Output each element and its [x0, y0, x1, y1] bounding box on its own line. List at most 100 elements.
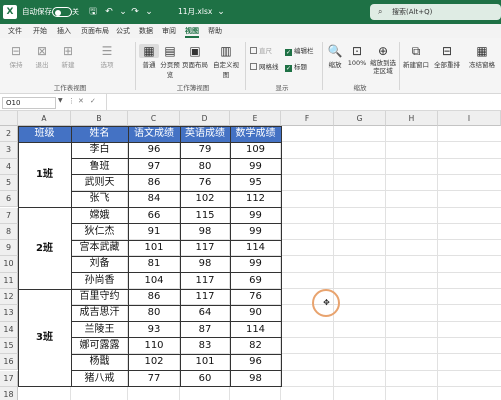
- table-cell[interactable]: 80: [128, 305, 180, 321]
- chevron-down-icon[interactable]: ⌄: [118, 0, 128, 24]
- table-cell[interactable]: 80: [180, 159, 230, 175]
- table-cell[interactable]: 鲁班: [71, 159, 128, 175]
- table-cell[interactable]: 91: [128, 224, 180, 240]
- table-cell[interactable]: 杨戬: [71, 354, 128, 370]
- table-cell[interactable]: 66: [128, 208, 180, 224]
- table-cell[interactable]: 101: [128, 240, 180, 256]
- spreadsheet-grid[interactable]: A B C D E F G H I 2 3 4 5 6 7 8 9 10 11 12 13 14 15 16 17 18 班级 姓名语…: [0, 111, 501, 400]
- tab-view[interactable]: 视图: [185, 24, 199, 38]
- table-cell[interactable]: 90: [230, 305, 281, 321]
- view-custom-button[interactable]: ▥ 自定义视图: [210, 44, 242, 79]
- ruler-checkbox[interactable]: 直尺: [250, 46, 272, 56]
- table-cell[interactable]: 96: [128, 142, 180, 158]
- table-cell[interactable]: 69: [230, 273, 281, 289]
- table-cell[interactable]: 嫦娥: [71, 208, 128, 224]
- table-cell[interactable]: 娜可露露: [71, 338, 128, 354]
- column-header[interactable]: A: [18, 111, 71, 126]
- table-cell[interactable]: 93: [128, 322, 180, 338]
- table-header-cell[interactable]: 英语成绩: [180, 126, 230, 143]
- table-header-cell[interactable]: 语文成绩: [128, 126, 180, 143]
- table-cell[interactable]: 101: [180, 354, 230, 370]
- table-cell[interactable]: 98: [230, 371, 281, 387]
- tab-formulas[interactable]: 公式: [116, 24, 130, 38]
- table-cell[interactable]: 109: [230, 142, 281, 158]
- column-header[interactable]: E: [230, 111, 281, 126]
- table-cell[interactable]: 117: [180, 289, 230, 305]
- row-header[interactable]: 5: [0, 174, 18, 192]
- redo-icon[interactable]: ↷: [130, 0, 140, 24]
- table-cell[interactable]: 兰陵王: [71, 322, 128, 338]
- zoom-100-button[interactable]: ⊡ 100%: [346, 44, 368, 67]
- tab-home[interactable]: 开始: [33, 24, 47, 38]
- undo-icon[interactable]: ↶: [104, 0, 114, 24]
- row-header[interactable]: 12: [0, 289, 18, 306]
- table-cell[interactable]: 76: [180, 175, 230, 191]
- row-header[interactable]: 11: [0, 272, 18, 289]
- table-cell[interactable]: 115: [180, 208, 230, 224]
- column-header[interactable]: D: [180, 111, 230, 126]
- table-cell[interactable]: 97: [128, 159, 180, 175]
- table-cell[interactable]: 64: [180, 305, 230, 321]
- view-page-layout-button[interactable]: ▣ 页面布局: [182, 44, 208, 69]
- view-page-break-button[interactable]: ▤ 分页预览: [160, 44, 180, 79]
- table-cell[interactable]: 60: [180, 371, 230, 387]
- table-cell[interactable]: 76: [230, 289, 281, 305]
- table-header-cell[interactable]: 班级: [18, 126, 71, 143]
- table-cell[interactable]: 81: [128, 256, 180, 272]
- row-header[interactable]: 9: [0, 240, 18, 257]
- table-cell[interactable]: 114: [230, 322, 281, 338]
- row-header[interactable]: 18: [0, 386, 18, 400]
- column-header[interactable]: H: [386, 111, 438, 126]
- table-cell[interactable]: 112: [230, 191, 281, 207]
- tab-file[interactable]: 文件: [8, 24, 22, 38]
- table-cell[interactable]: 宫本武藏: [71, 240, 128, 256]
- class-cell[interactable]: 3班: [18, 289, 71, 387]
- table-cell[interactable]: 110: [128, 338, 180, 354]
- table-cell[interactable]: 狄仁杰: [71, 224, 128, 240]
- table-cell[interactable]: 104: [128, 273, 180, 289]
- chevron-down-icon[interactable]: ⌄: [216, 0, 226, 24]
- sheet-view-exit[interactable]: ⊠ 退出: [30, 44, 54, 69]
- row-header[interactable]: 6: [0, 191, 18, 208]
- table-cell[interactable]: 猪八戒: [71, 371, 128, 387]
- name-box[interactable]: O10: [2, 97, 56, 109]
- row-header[interactable]: 10: [0, 256, 18, 273]
- table-cell[interactable]: 98: [180, 224, 230, 240]
- new-window-button[interactable]: ⧉ 新建窗口: [402, 44, 430, 69]
- table-cell[interactable]: 成吉思汗: [71, 305, 128, 321]
- column-header[interactable]: B: [71, 111, 128, 126]
- tab-data[interactable]: 数据: [139, 24, 153, 38]
- table-cell[interactable]: 99: [230, 256, 281, 272]
- table-cell[interactable]: 86: [128, 289, 180, 305]
- table-cell[interactable]: 99: [230, 208, 281, 224]
- search-input[interactable]: ⌕ 搜索(Alt+Q): [370, 4, 501, 20]
- table-cell[interactable]: 84: [128, 191, 180, 207]
- sheet-view-new[interactable]: ⊞ 新建: [56, 44, 80, 69]
- table-cell[interactable]: 武则天: [71, 175, 128, 191]
- row-header[interactable]: 13: [0, 305, 18, 322]
- column-header[interactable]: I: [438, 111, 501, 126]
- table-cell[interactable]: 99: [230, 224, 281, 240]
- sheet-view-keep[interactable]: ⊟ 保持: [4, 44, 28, 69]
- headings-checkbox[interactable]: ✓ 标题: [285, 62, 307, 72]
- table-cell[interactable]: 95: [230, 175, 281, 191]
- chevron-down-icon[interactable]: ▼: [58, 97, 63, 104]
- table-header-cell[interactable]: 数学成绩: [230, 126, 281, 143]
- cancel-icon[interactable]: ✕: [78, 97, 84, 105]
- table-cell[interactable]: 114: [230, 240, 281, 256]
- row-header[interactable]: 14: [0, 321, 18, 338]
- class-cell[interactable]: 2班: [18, 207, 71, 289]
- table-cell[interactable]: 百里守约: [71, 289, 128, 305]
- table-cell[interactable]: 张飞: [71, 191, 128, 207]
- table-cell[interactable]: 96: [230, 354, 281, 370]
- table-cell[interactable]: 李白: [71, 142, 128, 158]
- table-cell[interactable]: 83: [180, 338, 230, 354]
- zoom-selection-button[interactable]: ⊕ 缩放到选定区域: [369, 44, 397, 75]
- table-cell[interactable]: 102: [128, 354, 180, 370]
- tab-page-layout[interactable]: 页面布局: [81, 24, 109, 38]
- table-cell[interactable]: 98: [180, 256, 230, 272]
- table-cell[interactable]: 99: [230, 159, 281, 175]
- table-cell[interactable]: 刘备: [71, 256, 128, 272]
- row-header[interactable]: 8: [0, 223, 18, 241]
- column-header[interactable]: C: [128, 111, 180, 126]
